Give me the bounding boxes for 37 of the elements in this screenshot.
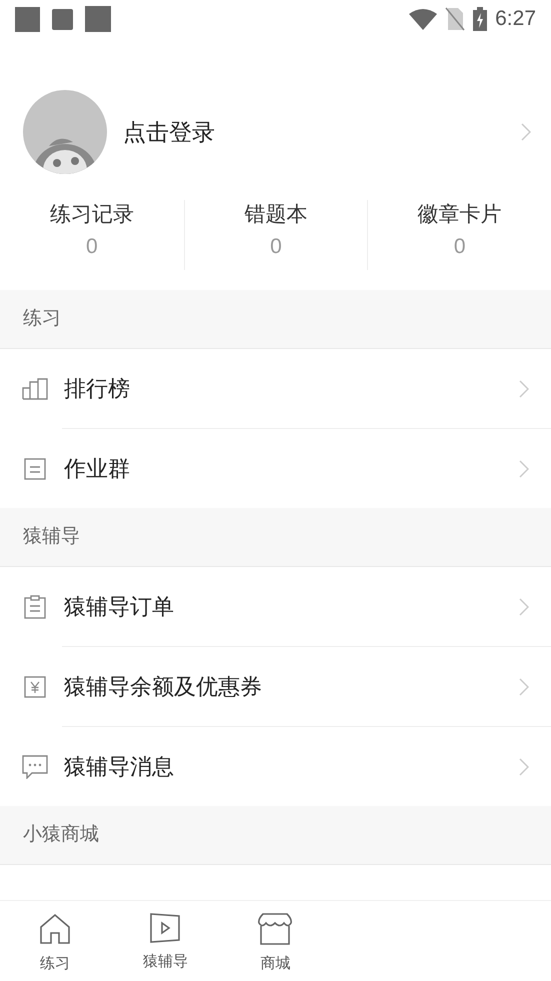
tab[interactable]: 猿辅导 [110, 901, 220, 981]
chevron-icon [519, 598, 529, 616]
menu-item[interactable]: 猿辅导余额及优惠券 [0, 647, 551, 726]
tab[interactable]: 商城 [220, 901, 331, 981]
section-title: 猿辅导 [23, 524, 80, 549]
chevron-icon [519, 758, 529, 776]
stat-item[interactable]: 错题本 0 [184, 200, 368, 264]
chevron-icon [519, 380, 529, 398]
status-time: 6:27 [495, 6, 536, 32]
store-icon [258, 913, 292, 945]
menu-item[interactable]: 猿辅导订单 [0, 567, 551, 646]
list-icon [24, 458, 46, 480]
menu-item[interactable]: 排行榜 [0, 349, 551, 428]
chevron-icon [519, 460, 529, 478]
menu-item[interactable]: 作业群 [0, 429, 551, 508]
menu-item[interactable]: 猿辅导消息 [0, 727, 551, 806]
notification-icon [85, 6, 111, 32]
yuan-icon [24, 676, 46, 698]
tab[interactable]: 练习 [0, 901, 110, 981]
login-label: 点击登录 [123, 118, 216, 147]
notification-icon [52, 8, 73, 30]
home-icon [39, 913, 72, 945]
clipboard-icon [24, 594, 46, 618]
section-title: 小猿商城 [23, 822, 99, 847]
wifi-icon [409, 8, 438, 30]
battery-icon [473, 7, 488, 31]
chevron-icon [521, 123, 531, 141]
chevron-icon [519, 678, 529, 696]
login-row[interactable]: 点击登录 [0, 90, 551, 174]
stat-item[interactable]: 练习记录 0 [0, 200, 184, 264]
notification-icon [15, 6, 40, 32]
bar-chart-icon [22, 378, 48, 400]
section-title: 练习 [23, 306, 61, 331]
message-icon [22, 754, 48, 778]
no-sim-icon [445, 7, 466, 31]
play-icon [150, 913, 180, 943]
stat-item[interactable]: 徽章卡片 0 [368, 200, 551, 264]
